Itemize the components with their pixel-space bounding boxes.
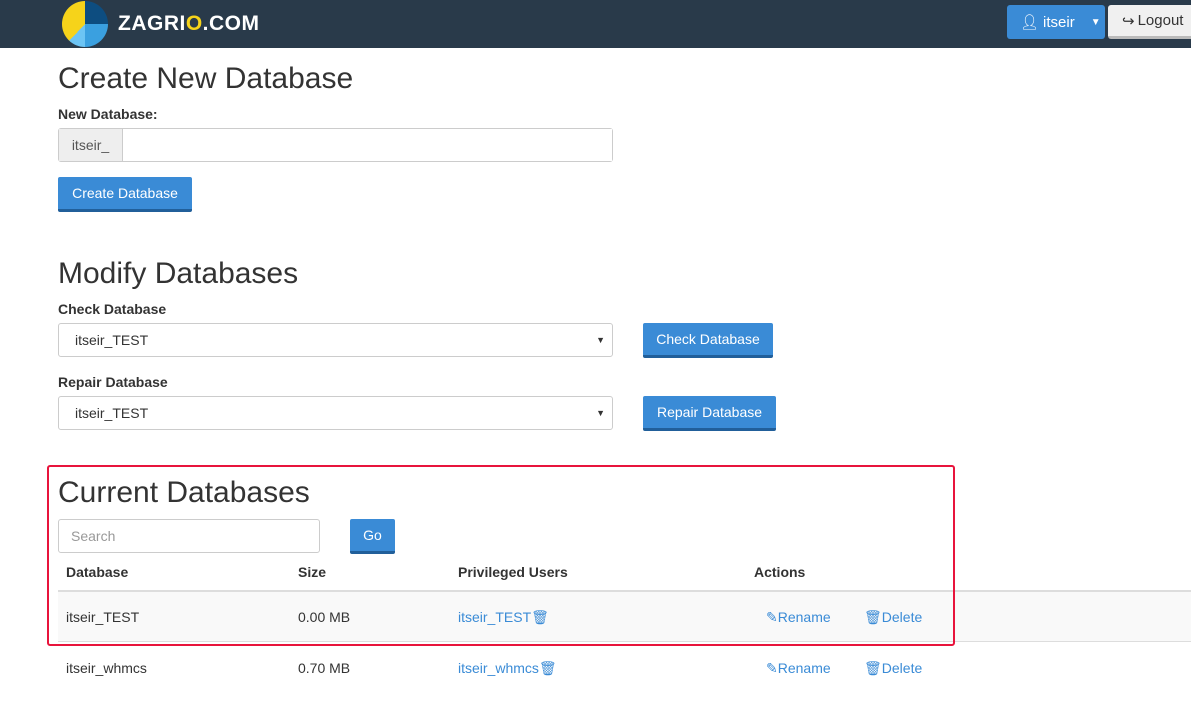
trash-icon: 🗑︎: [864, 609, 882, 625]
caret-down-icon: ▼: [1090, 16, 1101, 28]
privileged-user-link[interactable]: itseir_whmcs🗑︎: [458, 660, 557, 677]
table-row: itseir_whmcs 0.70 MB itseir_whmcs🗑︎ ✎Ren…: [66, 660, 923, 677]
logout-button[interactable]: ↪ Logout: [1108, 5, 1191, 39]
create-title: Create New Database: [58, 62, 354, 95]
privileged-user-link[interactable]: itseir_TEST🗑︎: [458, 609, 549, 626]
trash-icon: 🗑︎: [531, 609, 549, 625]
top-navbar: ZAGRIO.COM 👤︎ itseir ▼ ↪ Logout: [0, 0, 1191, 48]
logo-icon: [62, 1, 108, 47]
delete-link[interactable]: 🗑︎Delete: [864, 660, 922, 677]
search-input[interactable]: Search: [58, 519, 320, 553]
rename-link[interactable]: ✎Rename: [766, 609, 831, 626]
caret-down-icon: ▼: [596, 335, 605, 345]
logo[interactable]: ZAGRIO.COM: [62, 0, 260, 48]
repair-database-label: Repair Database: [58, 374, 168, 390]
table-row: itseir_TEST 0.00 MB itseir_TEST🗑︎ ✎Renam…: [58, 592, 1191, 642]
check-database-label: Check Database: [58, 301, 167, 317]
new-database-group: itseir_: [58, 128, 613, 162]
user-icon: 👤︎: [1020, 14, 1040, 31]
check-database-select[interactable]: itseir_TEST ▼: [58, 323, 613, 357]
prefix-addon: itseir_: [59, 129, 123, 161]
column-actions: Actions: [754, 564, 806, 580]
user-menu-button[interactable]: 👤︎ itseir ▼: [1007, 5, 1105, 39]
pencil-icon: ✎: [766, 609, 778, 625]
create-database-button[interactable]: Create Database: [58, 177, 192, 212]
column-database[interactable]: Database: [66, 564, 128, 580]
rename-link[interactable]: ✎Rename: [766, 660, 831, 677]
pencil-icon: ✎: [766, 660, 778, 676]
repair-database-button[interactable]: Repair Database: [643, 396, 776, 431]
column-size[interactable]: Size: [298, 564, 326, 580]
go-button[interactable]: Go: [350, 519, 395, 554]
column-privileged-users: Privileged Users: [458, 564, 568, 580]
current-title: Current Databases: [58, 476, 310, 509]
modify-title: Modify Databases: [58, 257, 299, 290]
new-database-label: New Database:: [58, 106, 158, 122]
trash-icon: 🗑︎: [538, 660, 557, 676]
check-database-button[interactable]: Check Database: [643, 323, 773, 358]
new-database-input[interactable]: [123, 129, 612, 161]
caret-down-icon: ▼: [596, 408, 605, 418]
repair-database-select[interactable]: itseir_TEST ▼: [58, 396, 613, 430]
logout-icon: ↪: [1122, 12, 1135, 30]
trash-icon: 🗑︎: [864, 660, 882, 676]
delete-link[interactable]: 🗑︎Delete: [864, 609, 922, 626]
